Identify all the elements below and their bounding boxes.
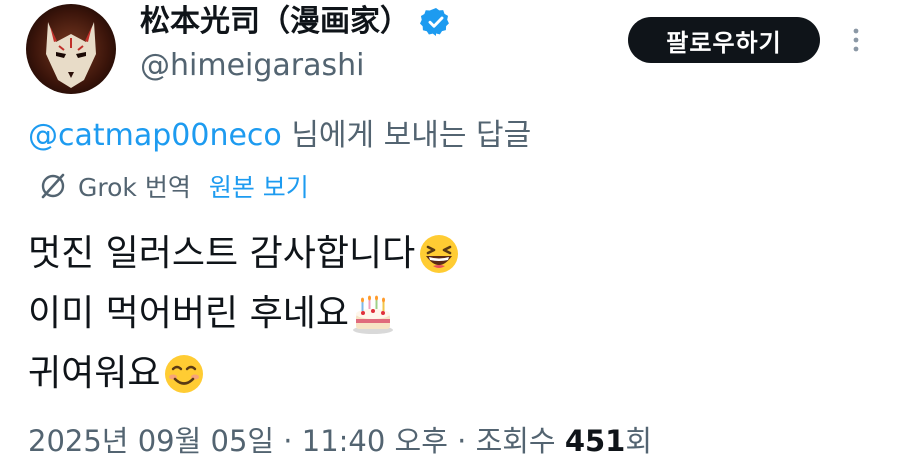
views-suffix: 회 <box>625 424 653 458</box>
verified-badge-icon <box>420 6 452 38</box>
birthday-cake-icon <box>352 295 393 334</box>
reply-mention-link[interactable]: @catmap00neco <box>28 118 282 153</box>
separator-dot: · <box>447 424 476 458</box>
tweet-time[interactable]: 11:40 오후 <box>302 424 448 458</box>
reply-suffix: 님에게 보내는 답글 <box>281 118 532 153</box>
follow-button[interactable]: 팔로우하기 <box>628 17 820 63</box>
tweet-line: 멋진 일러스트 감사합니다 <box>28 224 461 284</box>
tweet-line: 귀여워요 <box>28 344 461 404</box>
avatar[interactable] <box>26 4 116 94</box>
smiling-face-icon <box>165 355 204 393</box>
tweet-metadata: 2025년 09월 05일 · 11:40 오후 · 조회수 451회 <box>28 420 652 462</box>
tweet-date[interactable]: 2025년 09월 05일 <box>28 424 274 458</box>
tweet-line-text: 멋진 일러스트 감사합니다 <box>28 233 416 274</box>
grok-translation-label: Grok 번역 <box>78 173 191 202</box>
tweet-text: 멋진 일러스트 감사합니다 이미 먹어버린 후네요 귀여워요 <box>28 224 461 404</box>
author-name-text: 松本光司（漫画家） <box>140 4 410 39</box>
author-display-name[interactable]: 松本光司（漫画家） <box>140 2 452 42</box>
grinning-squinting-face-icon <box>420 235 459 273</box>
views-count: 451 <box>564 424 626 458</box>
tweet-line-text: 이미 먹어버린 후네요 <box>28 293 349 334</box>
author-handle[interactable]: @himeigarashi <box>140 46 365 86</box>
tweet-line: 이미 먹어버린 후네요 <box>28 284 461 344</box>
views-label: 조회수 <box>475 424 565 458</box>
grok-icon <box>41 173 65 199</box>
tweet-line-text: 귀여워요 <box>28 353 161 394</box>
more-options-icon[interactable] <box>846 20 866 60</box>
view-original-link[interactable]: 원본 보기 <box>209 168 309 204</box>
translation-row: Grok 번역 원본 보기 <box>38 166 309 206</box>
separator-dot: · <box>274 424 302 458</box>
replying-to-line: @catmap00neco 님에게 보내는 답글 <box>28 115 531 157</box>
fox-mask-avatar-image <box>26 4 116 94</box>
